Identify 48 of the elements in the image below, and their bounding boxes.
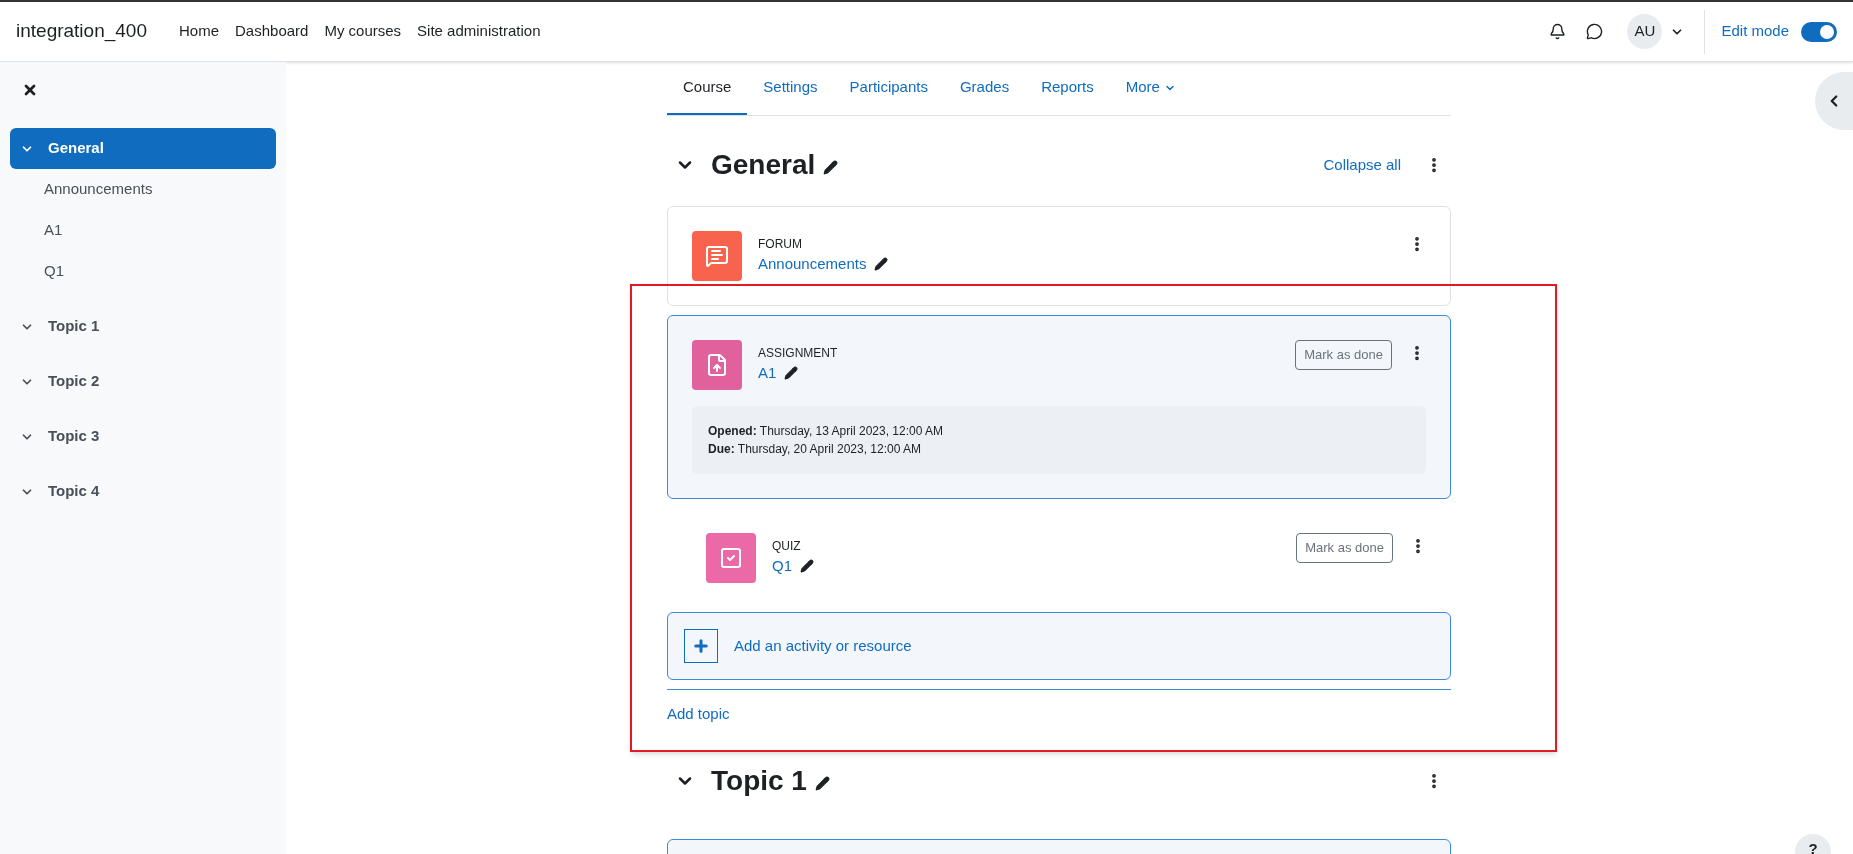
date-line: Opened: Thursday, 13 April 2023, 12:00 AM: [708, 423, 945, 440]
pencil-icon[interactable]: [814, 775, 830, 791]
edit-mode-switch[interactable]: [1801, 21, 1837, 42]
edit-mode-label: Edit mode: [1721, 21, 1789, 42]
course-index-section[interactable]: Topic 1: [10, 306, 276, 347]
drawer-toggle-button[interactable]: [1815, 72, 1853, 130]
section-title: General: [711, 148, 816, 182]
nav-link[interactable]: Dashboard: [235, 20, 309, 43]
course-index-section[interactable]: Topic 2: [10, 361, 276, 402]
course-tab[interactable]: Settings: [747, 62, 834, 115]
course-index-item[interactable]: Q1: [10, 251, 276, 292]
activity-type: QUIZ: [772, 538, 802, 555]
course-tab[interactable]: More: [1109, 62, 1192, 115]
pencil-icon[interactable]: [784, 366, 799, 381]
mark-as-done-button[interactable]: Mark as done: [1296, 533, 1393, 563]
site-name[interactable]: integration_400: [16, 17, 147, 46]
add-topic-link[interactable]: Add topic: [667, 705, 730, 722]
section-title: Topic 1: [711, 764, 807, 798]
activity-link[interactable]: Announcements: [758, 253, 867, 276]
course-index-section[interactable]: Topic 4: [10, 471, 276, 512]
course-index-item[interactable]: Announcements: [10, 169, 276, 210]
chat-icon[interactable]: [1586, 23, 1604, 40]
activity-link[interactable]: Q1: [772, 555, 792, 578]
activity-type: FORUM: [758, 236, 803, 253]
user-avatar[interactable]: AU: [1627, 14, 1663, 49]
course-tab[interactable]: Reports: [1025, 62, 1110, 115]
nav-link[interactable]: Site administration: [417, 20, 541, 43]
course-index-section[interactable]: Topic 3: [10, 416, 276, 457]
course-index-item[interactable]: A1: [10, 210, 276, 251]
notification-icon[interactable]: [1549, 23, 1567, 40]
date-line: Due: Thursday, 20 April 2023, 12:00 AM: [708, 441, 923, 458]
help-button[interactable]: ?: [1795, 834, 1831, 854]
nav-link[interactable]: My courses: [324, 20, 402, 43]
activity-link[interactable]: A1: [758, 362, 777, 385]
collapse-all-link[interactable]: Collapse all: [1323, 153, 1401, 177]
close-icon[interactable]: [22, 82, 38, 98]
pencil-icon[interactable]: [823, 159, 839, 175]
nav-link[interactable]: Home: [179, 20, 219, 43]
pencil-icon[interactable]: [800, 559, 814, 574]
pencil-icon[interactable]: [874, 257, 889, 272]
add-activity-button[interactable]: Add an activity or resource: [667, 612, 1451, 680]
course-tab[interactable]: Course: [667, 62, 748, 115]
mark-as-done-button[interactable]: Mark as done: [1295, 340, 1392, 370]
course-tab[interactable]: Grades: [943, 62, 1026, 115]
plus-icon: [684, 629, 718, 663]
course-index-section[interactable]: General: [10, 128, 276, 169]
course-tab[interactable]: Participants: [833, 62, 944, 115]
activity-type: ASSIGNMENT: [758, 345, 838, 362]
